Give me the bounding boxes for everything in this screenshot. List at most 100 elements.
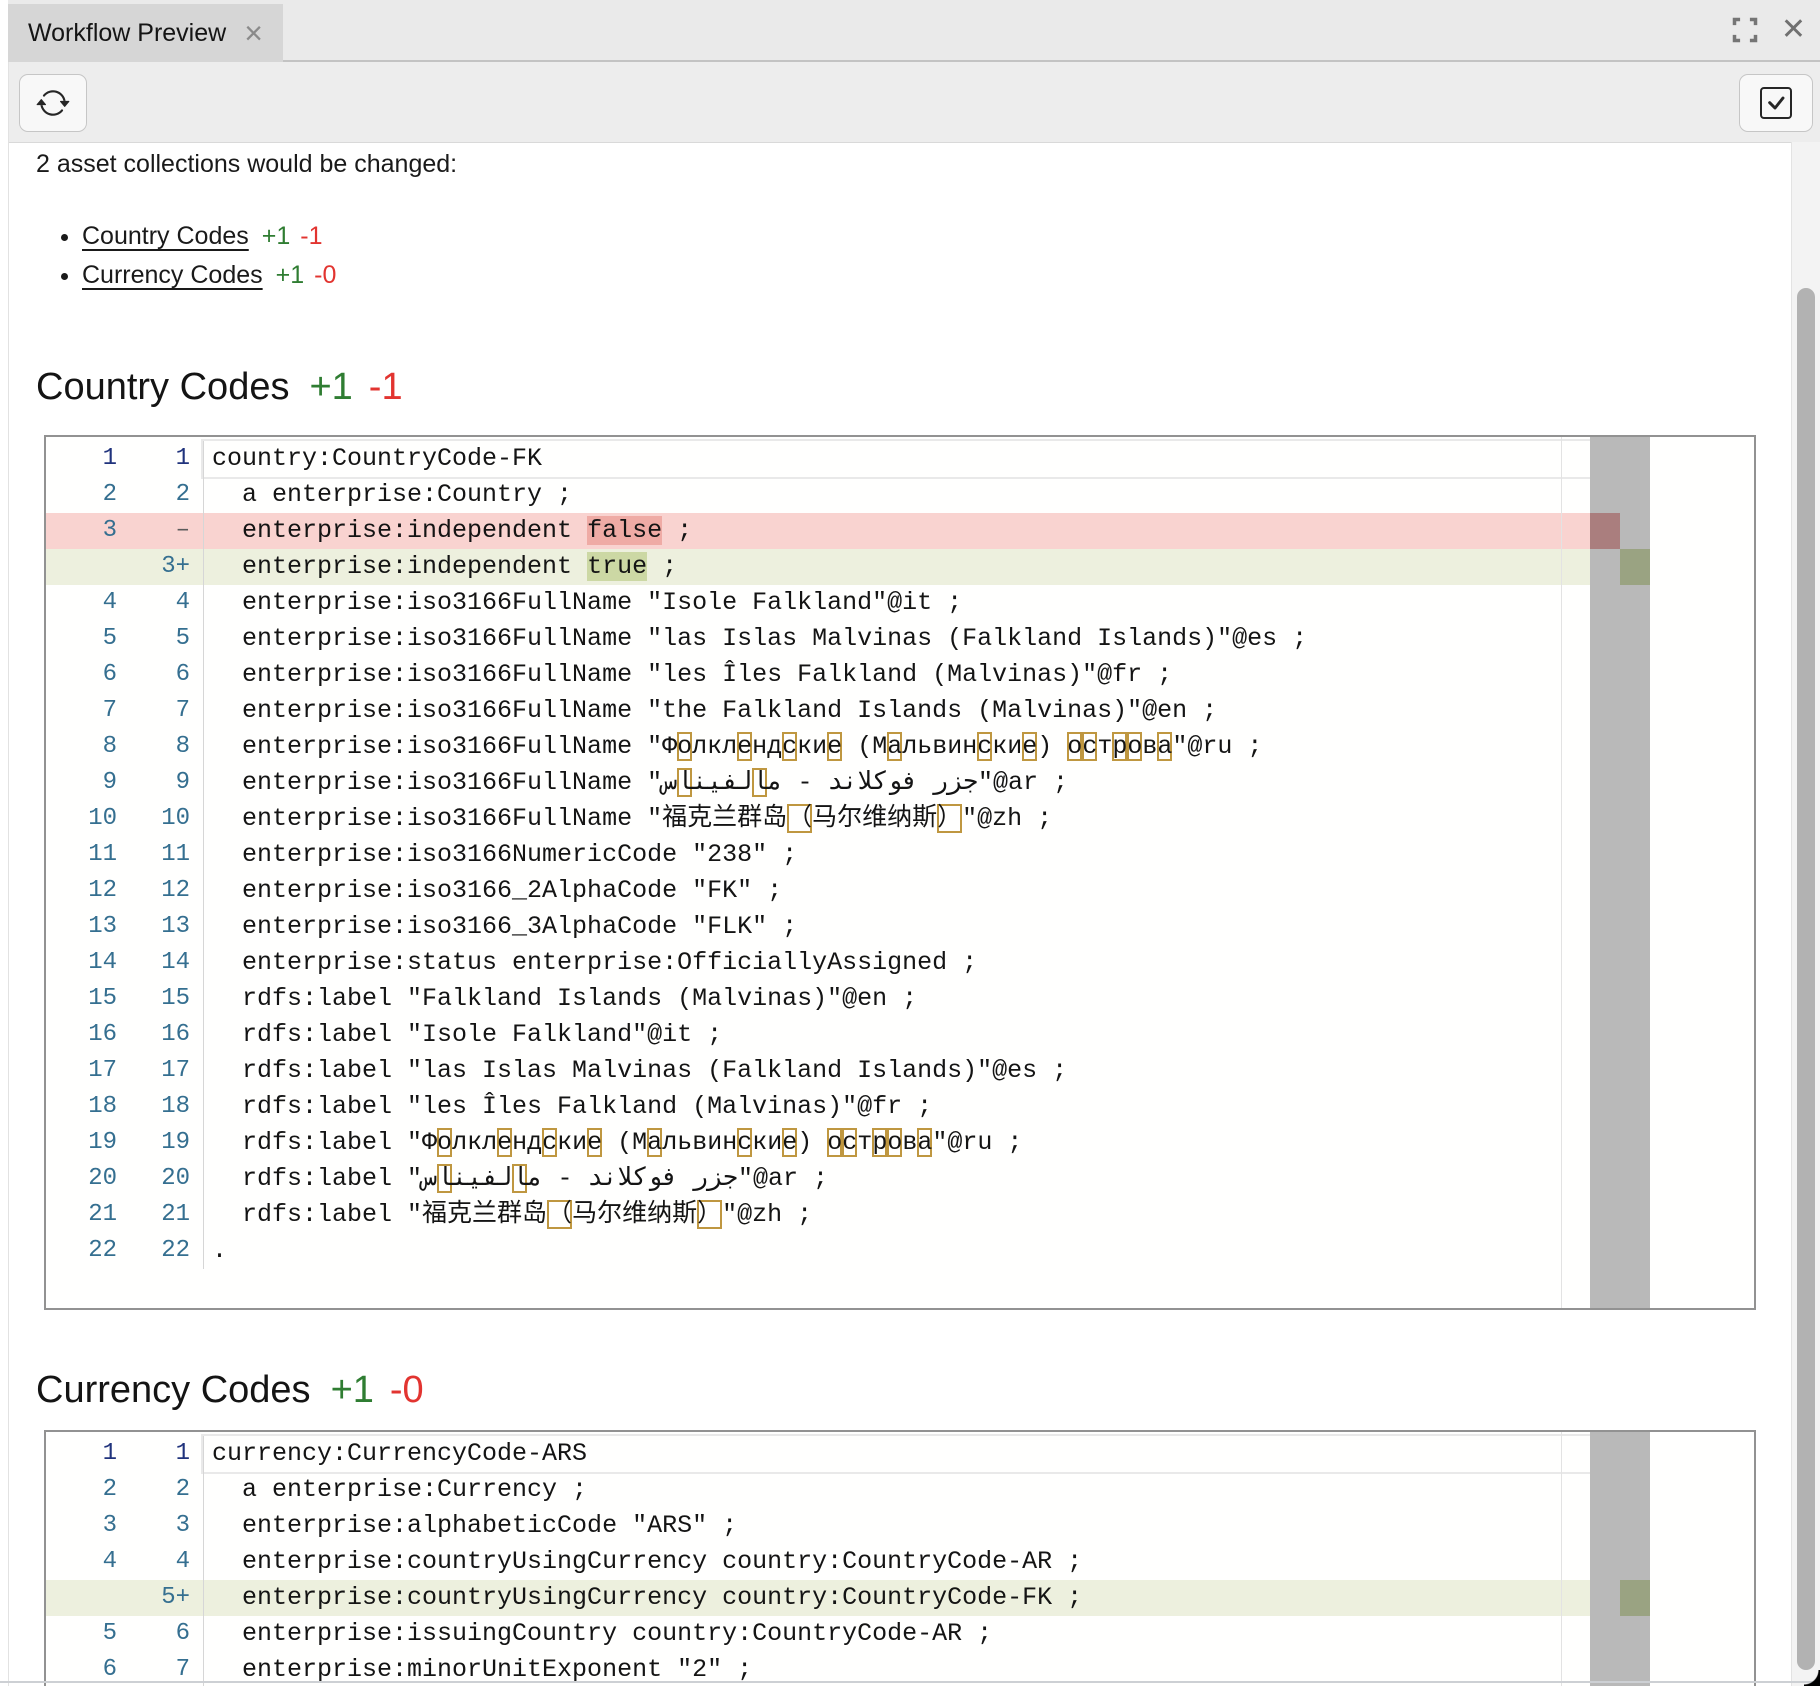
ambiguous-char-box: е [737, 732, 752, 761]
ambiguous-char-box: а [917, 1128, 932, 1157]
diff-row: 66 enterprise:iso3166FullName "les Îles … [46, 657, 1754, 693]
diff-row: 22 a enterprise:Country ; [46, 477, 1754, 513]
original-line-number: 16 [46, 1017, 117, 1053]
code-line: rdfs:label "Falkland Islands (Malvinas)"… [203, 981, 1596, 1017]
tab-close-icon[interactable]: × [244, 17, 263, 49]
section-heading-currency-codes: Currency Codes+1-0 [36, 1369, 424, 1412]
original-line-number: 2 [46, 1472, 117, 1508]
original-line-number: 19 [46, 1125, 117, 1161]
diff-row: 3+ enterprise:independent true ; [46, 549, 1754, 585]
code-line: enterprise:independent true ; [203, 549, 1596, 585]
diff-row: 11currency:CurrencyCode-ARS [46, 1436, 1754, 1472]
panel-left-edge [8, 62, 9, 1686]
validate-button[interactable] [1739, 74, 1813, 132]
original-line-number: 9 [46, 765, 117, 801]
ambiguous-char-box: ا [437, 1164, 452, 1193]
original-line-number: 11 [46, 837, 117, 873]
fullscreen-icon[interactable] [1731, 16, 1759, 44]
window-bottom-edge [0, 1681, 1820, 1683]
overview-mark-removed [1590, 513, 1620, 549]
modified-line-number: 5 [117, 621, 190, 657]
code-line: a enterprise:Currency ; [203, 1472, 1596, 1508]
modified-line-number: 9 [117, 765, 190, 801]
modified-line-number: – [117, 513, 190, 549]
code-line: rdfs:label "Isole Falkland"@it ; [203, 1017, 1596, 1053]
diff-row: 5+ enterprise:countryUsingCurrency count… [46, 1580, 1754, 1616]
code-line: rdfs:label "Фолклендские (Мальвинские) о… [203, 1125, 1596, 1161]
original-line-number: 5 [46, 621, 117, 657]
workflow-preview-panel: Workflow Preview × ✕ [0, 0, 1820, 1686]
ambiguous-char-box: с [782, 732, 797, 761]
ambiguous-char-box: о [677, 732, 692, 761]
added-count: +1 [309, 366, 352, 408]
code-line: enterprise:iso3166FullName "las Islas Ma… [203, 621, 1596, 657]
modified-line-number: 15 [117, 981, 190, 1017]
original-line-number: 14 [46, 945, 117, 981]
changed-token: false [587, 516, 662, 545]
diff-editor-country-codes: 11country:CountryCode-FK22 a enterprise:… [44, 435, 1756, 1310]
diff-row: 11country:CountryCode-FK [46, 441, 1754, 477]
diff-row: 1313 enterprise:iso3166_3AlphaCode "FLK"… [46, 909, 1754, 945]
original-line-number [46, 549, 117, 585]
diff-row: 3– enterprise:independent false ; [46, 513, 1754, 549]
modified-line-number: 2 [117, 1472, 190, 1508]
diff-row: 99 enterprise:iso3166FullName "جزر فوكلا… [46, 765, 1754, 801]
removed-count: -0 [314, 261, 336, 289]
tab-workflow-preview[interactable]: Workflow Preview × [8, 4, 283, 62]
modified-line-number: 3+ [117, 549, 190, 585]
original-line-number: 1 [46, 441, 117, 477]
diff-row: 2020 rdfs:label "جزر فوكلاند - مالفيناس"… [46, 1161, 1754, 1197]
tab-bar: Workflow Preview × ✕ [0, 0, 1820, 62]
code-line: enterprise:iso3166FullName "Isole Falkla… [203, 585, 1596, 621]
list-item: Currency Codes +1 -0 [82, 261, 336, 290]
code-line: a enterprise:Country ; [203, 477, 1596, 513]
code-line: enterprise:iso3166FullName "福克兰群岛（马尔维纳斯）… [203, 801, 1596, 837]
removed-count: -1 [300, 222, 322, 250]
ambiguous-char-box: （ [547, 1200, 572, 1229]
link-country-codes[interactable]: Country Codes [82, 222, 249, 250]
original-line-number: 5 [46, 1616, 117, 1652]
modified-line-number: 6 [117, 1616, 190, 1652]
added-count: +1 [276, 261, 305, 289]
modified-line-number: 12 [117, 873, 190, 909]
link-currency-codes[interactable]: Currency Codes [82, 261, 263, 289]
scrollbar-thumb[interactable] [1797, 288, 1815, 1670]
diff-overview-ruler [1590, 1432, 1650, 1686]
code-line: enterprise:issuingCountry country:Countr… [203, 1616, 1596, 1652]
vertical-scrollbar[interactable] [1791, 142, 1820, 1686]
ambiguous-char-box: с [542, 1128, 557, 1157]
original-line-number: 6 [46, 657, 117, 693]
diff-row: 1919 rdfs:label "Фолклендские (Мальвинск… [46, 1125, 1754, 1161]
overview-mark-added [1620, 549, 1650, 585]
original-line-number [46, 1580, 117, 1616]
changed-collections-list: Country Codes +1 -1 Currency Codes +1 -0 [52, 222, 336, 300]
ambiguous-char-box: е [1022, 732, 1037, 761]
diff-row: 44 enterprise:countryUsingCurrency count… [46, 1544, 1754, 1580]
window-close-icon[interactable]: ✕ [1781, 15, 1806, 45]
code-line: enterprise:countryUsingCurrency country:… [203, 1580, 1596, 1616]
code-line: enterprise:iso3166FullName "جزر فوكلاند … [203, 765, 1596, 801]
code-line: rdfs:label "جزر فوكلاند - مالفيناس"@ar ; [203, 1161, 1596, 1197]
diff-row: 22 a enterprise:Currency ; [46, 1472, 1754, 1508]
modified-line-number: 4 [117, 1544, 190, 1580]
modified-line-number: 16 [117, 1017, 190, 1053]
diff-lines: 11currency:CurrencyCode-ARS22 a enterpri… [46, 1432, 1754, 1686]
diff-row: 2121 rdfs:label "福克兰群岛（马尔维纳斯）"@zh ; [46, 1197, 1754, 1233]
diff-row: 44 enterprise:iso3166FullName "Isole Fal… [46, 585, 1754, 621]
tab-bar-left-gap [0, 0, 8, 62]
original-line-number: 3 [46, 513, 117, 549]
ambiguous-char-box: е [827, 732, 842, 761]
section-title: Currency Codes [36, 1369, 311, 1411]
refresh-button[interactable] [19, 74, 87, 132]
ambiguous-char-box: р [1112, 732, 1127, 761]
ambiguous-char-box: а [887, 732, 902, 761]
code-line: country:CountryCode-FK [203, 441, 1596, 477]
modified-line-number: 7 [117, 693, 190, 729]
code-line: rdfs:label "las Islas Malvinas (Falkland… [203, 1053, 1596, 1089]
diff-lines: 11country:CountryCode-FK22 a enterprise:… [46, 437, 1754, 1269]
modified-line-number: 22 [117, 1233, 190, 1269]
editor-right-divider [1561, 1432, 1562, 1686]
original-line-number: 12 [46, 873, 117, 909]
diff-editor-currency-codes: 11currency:CurrencyCode-ARS22 a enterpri… [44, 1430, 1756, 1686]
editor-right-divider [1561, 437, 1562, 1308]
